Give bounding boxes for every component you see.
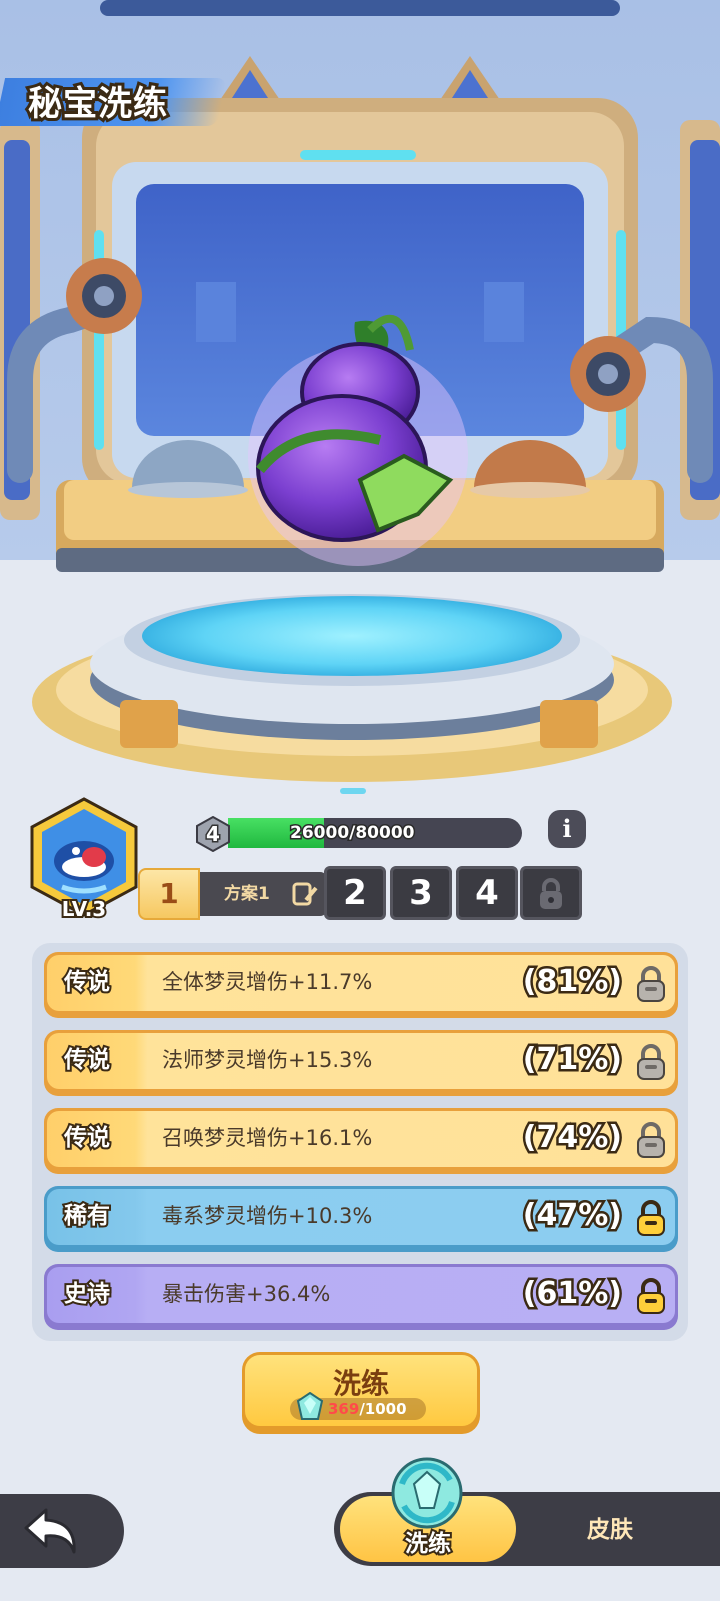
- cost-current: 369: [328, 1400, 360, 1418]
- attribute-tier: 传说: [62, 967, 112, 997]
- attribute-tier: 传说: [62, 1045, 112, 1075]
- unlock-icon[interactable]: [634, 1277, 668, 1315]
- refine-button[interactable]: 洗练 369/1000: [242, 1352, 480, 1434]
- xp-text: 26000/80000: [289, 822, 417, 845]
- attribute-tier: 稀有: [62, 1201, 112, 1231]
- rank-number: 4: [205, 821, 222, 848]
- refine-button-label: 洗练: [332, 1367, 389, 1400]
- lock-icon: [540, 878, 562, 909]
- attribute-percent: (47%): [520, 1196, 624, 1236]
- scheme-tab-1[interactable]: 1: [138, 868, 200, 920]
- attribute-text: 召唤梦灵增伤+16.1%: [162, 1126, 373, 1150]
- refine-cost: 369/1000: [290, 1392, 426, 1420]
- attribute-row: 传说 全体梦灵增伤+11.7% (81%): [44, 952, 678, 1018]
- attribute-tier: 传说: [62, 1123, 112, 1153]
- tab-skin[interactable]: 皮肤: [560, 1510, 660, 1550]
- lock-icon[interactable]: [634, 1121, 668, 1159]
- attribute-text: 毒系梦灵增伤+10.3%: [162, 1204, 373, 1228]
- scheme-tab-3[interactable]: 3: [390, 866, 452, 920]
- back-arrow-icon: [24, 1508, 76, 1554]
- attribute-text: 暴击伤害+36.4%: [162, 1282, 331, 1306]
- scheme-tab-locked[interactable]: [520, 866, 582, 920]
- scheme-name-box[interactable]: 方案1: [200, 872, 328, 916]
- crystal-icon: [296, 1392, 324, 1420]
- edit-icon[interactable]: [292, 882, 318, 906]
- attribute-row: 传说 召唤梦灵增伤+16.1% (74%): [44, 1108, 678, 1174]
- info-button[interactable]: i: [548, 810, 586, 848]
- lock-icon[interactable]: [634, 1043, 668, 1081]
- unlock-icon[interactable]: [634, 1199, 668, 1237]
- level-label: LV.3: [60, 895, 108, 923]
- attribute-text: 全体梦灵增伤+11.7%: [162, 970, 373, 994]
- attribute-row: 传说 法师梦灵增伤+15.3% (71%): [44, 1030, 678, 1096]
- rank-badge: 4: [196, 815, 230, 853]
- attribute-percent: (81%): [520, 962, 624, 1002]
- lock-icon[interactable]: [634, 965, 668, 1003]
- back-button[interactable]: [0, 1494, 124, 1568]
- cost-total: /1000: [359, 1400, 407, 1418]
- scheme-tab-2[interactable]: 2: [324, 866, 386, 920]
- attribute-percent: (61%): [520, 1274, 624, 1314]
- tab-refine-label: 洗练: [403, 1529, 453, 1559]
- scheme-name: 方案1: [224, 884, 270, 904]
- attribute-percent: (74%): [520, 1118, 624, 1158]
- attribute-tier: 史诗: [62, 1279, 112, 1309]
- attribute-percent: (71%): [520, 1040, 624, 1080]
- attribute-row: 稀有 毒系梦灵增伤+10.3% (47%): [44, 1186, 678, 1252]
- attribute-text: 法师梦灵增伤+15.3%: [162, 1048, 373, 1072]
- page-title: 秘宝洗练: [25, 81, 170, 127]
- scheme-tab-4[interactable]: 4: [456, 866, 518, 920]
- attribute-row: 史诗 暴击伤害+36.4% (61%): [44, 1264, 678, 1330]
